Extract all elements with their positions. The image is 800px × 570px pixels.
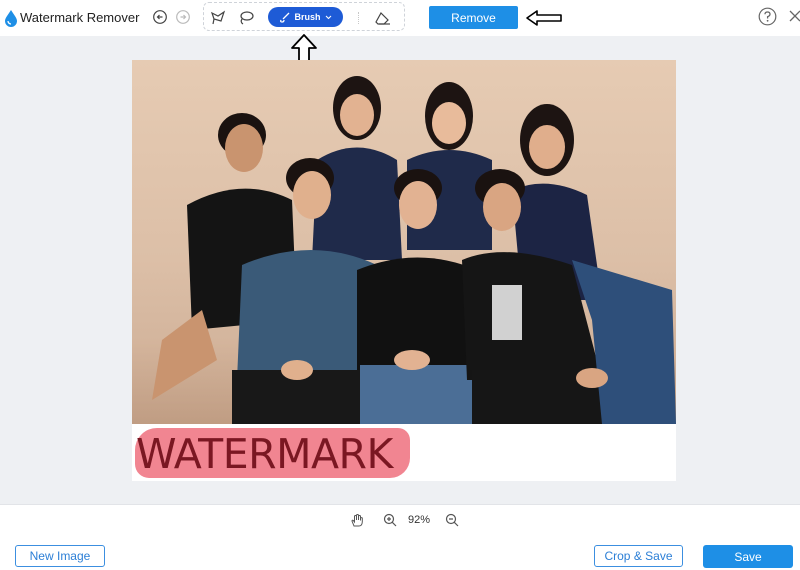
bottom-bar: New Image Crop & Save Save bbox=[0, 534, 800, 570]
brush-label: Brush bbox=[294, 12, 321, 22]
logo-icon bbox=[5, 10, 17, 27]
hand-pan-icon[interactable] bbox=[350, 513, 364, 527]
zoom-level: 92% bbox=[408, 514, 431, 526]
group-photo-illustration bbox=[132, 76, 676, 424]
watermark-text: WATERMARK bbox=[136, 430, 393, 478]
zoom-out-icon[interactable] bbox=[445, 513, 459, 527]
polygon-lasso-icon[interactable] bbox=[210, 10, 226, 26]
watermark-region[interactable]: WATERMARK bbox=[132, 424, 676, 481]
eraser-icon[interactable] bbox=[375, 10, 391, 26]
image-canvas[interactable]: WATERMARK bbox=[132, 60, 676, 481]
chevron-down-icon bbox=[325, 15, 331, 19]
undo-icon bbox=[153, 10, 167, 24]
save-button[interactable]: Save bbox=[703, 545, 793, 568]
undo-button[interactable] bbox=[153, 10, 167, 24]
close-icon[interactable] bbox=[788, 8, 800, 24]
selection-tools: Brush bbox=[203, 2, 405, 31]
lasso-icon[interactable] bbox=[238, 10, 254, 26]
top-toolbar: Watermark Remover Brush Remove bbox=[0, 0, 800, 36]
crop-save-button[interactable]: Crop & Save bbox=[594, 545, 683, 567]
app-title: Watermark Remover bbox=[20, 10, 140, 25]
group-photo bbox=[132, 60, 676, 424]
help-icon[interactable] bbox=[758, 7, 777, 26]
brush-icon bbox=[280, 12, 290, 23]
new-image-button[interactable]: New Image bbox=[15, 545, 105, 567]
zoom-in-icon[interactable] bbox=[383, 513, 397, 527]
redo-button[interactable] bbox=[176, 10, 190, 24]
tool-divider bbox=[358, 12, 360, 24]
zoom-bar: 92% bbox=[0, 504, 800, 535]
arrow-right-icon bbox=[526, 10, 562, 26]
redo-icon bbox=[176, 10, 190, 24]
remove-button[interactable]: Remove bbox=[429, 6, 518, 29]
brush-button[interactable]: Brush bbox=[268, 7, 343, 27]
